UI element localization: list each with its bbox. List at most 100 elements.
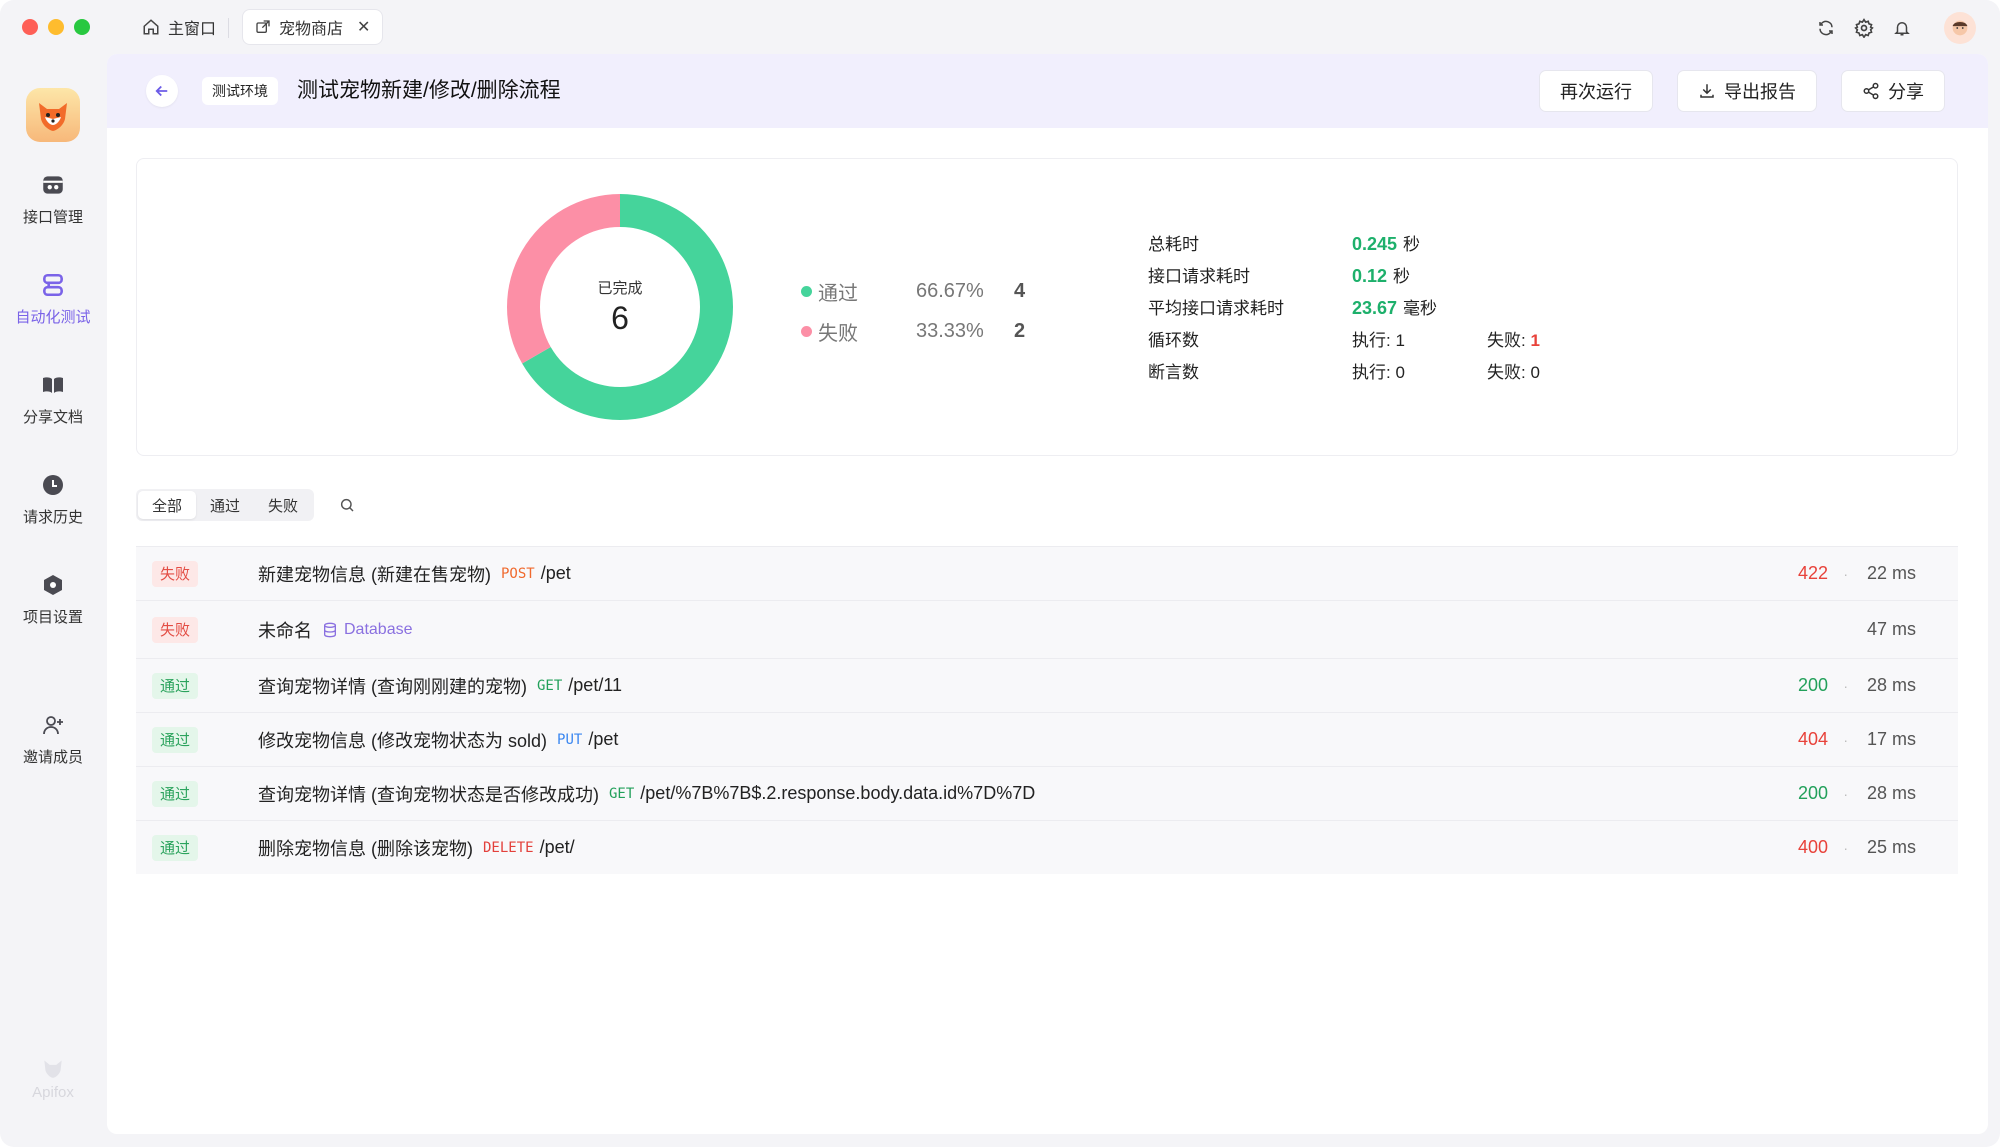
stat-value: 0.12 xyxy=(1352,265,1388,286)
tab-main-window[interactable]: 主窗口 xyxy=(130,10,228,44)
sidebar-item-label: 接口管理 xyxy=(22,209,83,226)
maximize-window-button[interactable] xyxy=(74,19,90,35)
result-row[interactable]: 通过 删除宠物信息 (删除该宠物) DELETE/pet/400 · 25 ms xyxy=(136,820,1958,874)
sidebar-item-automation-test[interactable]: 自动化测试 xyxy=(0,272,106,327)
status-code: 200 xyxy=(1797,675,1828,695)
stat-fail-label: 失败: xyxy=(1487,330,1531,350)
http-method: PUT xyxy=(557,731,583,748)
step-name-group: 查询宠物详情 (查询刚刚建的宠物) GET/pet/11 xyxy=(258,673,622,699)
close-tab-icon[interactable]: ✕ xyxy=(357,17,370,37)
search-icon[interactable] xyxy=(339,497,355,518)
request-path: /pet/ xyxy=(539,837,575,857)
automation-icon xyxy=(40,272,66,298)
api-icon xyxy=(40,172,66,198)
stat-label: 平均接口请求耗时 xyxy=(1148,298,1284,318)
apifox-logo-icon xyxy=(44,1060,62,1078)
result-row[interactable]: 失败 未命名 Database 47 ms xyxy=(136,600,1958,658)
result-row[interactable]: 通过 查询宠物详情 (查询刚刚建的宠物) GET/pet/11 200 · 28 ms xyxy=(136,658,1958,712)
result-row[interactable]: 通过 查询宠物详情 (查询宠物状态是否修改成功) GET/pet/%7B%7B$.2… xyxy=(136,766,1958,820)
home-icon xyxy=(143,19,159,35)
separator-dot: · xyxy=(1843,565,1848,582)
clock-icon xyxy=(40,472,66,498)
tab-pet-store[interactable]: 宠物商店 ✕ xyxy=(243,10,383,44)
bell-icon[interactable] xyxy=(1892,18,1912,38)
close-window-button[interactable] xyxy=(22,19,38,35)
add-user-icon xyxy=(40,712,66,738)
chart-legend: 通过 66.67% 4 失败 33.33% 2 xyxy=(801,271,1025,351)
status-badge: 失败 xyxy=(152,616,199,643)
result-row[interactable]: 失败 新建宠物信息 (新建在售宠物) POST/pet 422 · 22 ms xyxy=(136,546,1958,600)
step-name: 删除宠物信息 (删除该宠物) xyxy=(258,838,473,859)
hexagon-icon xyxy=(40,572,66,598)
refresh-icon[interactable] xyxy=(1816,18,1836,38)
sidebar-item-label: 自动化测试 xyxy=(15,309,91,326)
rerun-button[interactable]: 再次运行 xyxy=(1539,70,1653,112)
database-tag: Database xyxy=(322,621,413,639)
response-time: 17 ms xyxy=(1866,729,1916,749)
sidebar-item-share-docs[interactable]: 分享文档 xyxy=(0,372,106,427)
sidebar-item-project-settings[interactable]: 项目设置 xyxy=(0,572,106,627)
sidebar-item-label: 分享文档 xyxy=(22,409,83,426)
external-link-icon xyxy=(256,20,270,33)
sidebar-item-request-history[interactable]: 请求历史 xyxy=(0,472,106,527)
sidebar: 接口管理 自动化测试 分享文档 请求历史 项目设置 邀请成员 Apifox xyxy=(0,54,106,1147)
filter-fail[interactable]: 失败 xyxy=(254,491,312,519)
legend-pass: 通过 66.67% 4 xyxy=(801,271,1025,311)
filter-pass[interactable]: 通过 xyxy=(196,491,254,519)
results-list: 失败 新建宠物信息 (新建在售宠物) POST/pet 422 · 22 ms 失败 未命名 D… xyxy=(136,546,1958,874)
stat-unit: 毫秒 xyxy=(1403,298,1438,318)
report-header: 测试环境 测试宠物新建/修改/删除流程 再次运行 导出报告 分享 xyxy=(107,54,1988,128)
sidebar-item-api-management[interactable]: 接口管理 xyxy=(0,172,106,227)
stat-assertions: 断言数 执行: 0 失败: 0 xyxy=(1148,354,1540,386)
app-logo[interactable] xyxy=(26,88,80,142)
http-method: GET xyxy=(537,677,563,694)
stat-label: 总耗时 xyxy=(1148,234,1199,254)
status-badge: 失败 xyxy=(152,560,199,587)
main-panel: 测试环境 测试宠物新建/修改/删除流程 再次运行 导出报告 分享 已完成 6 通… xyxy=(107,54,1988,1134)
separator-dot: · xyxy=(1843,731,1848,748)
tab-label: 宠物商店 xyxy=(279,21,344,38)
status-badge: 通过 xyxy=(152,672,199,699)
stat-value: 23.67 xyxy=(1352,297,1398,318)
share-icon xyxy=(1863,82,1879,100)
summary-card: 已完成 6 通过 66.67% 4 失败 33.33% 2 总耗时 0.245 … xyxy=(136,158,1958,456)
app-window: 主窗口 宠物商店 ✕ 接口管理 自动化测试 分享文档 请求历史 项目设置 邀请成… xyxy=(0,0,2000,1147)
stat-request-time: 接口请求耗时 0.12 秒 xyxy=(1148,258,1540,290)
pass-dot-icon xyxy=(801,285,812,297)
legend-count: 4 xyxy=(1014,279,1026,302)
sidebar-item-invite-member[interactable]: 邀请成员 xyxy=(0,712,106,767)
environment-badge[interactable]: 测试环境 xyxy=(202,77,278,105)
response-time: 22 ms xyxy=(1866,563,1916,583)
title-bar: 主窗口 宠物商店 ✕ xyxy=(0,0,2000,54)
back-button[interactable] xyxy=(146,75,178,107)
stat-exec: 执行: 0 xyxy=(1352,362,1405,382)
step-name-group: 查询宠物详情 (查询宠物状态是否修改成功) GET/pet/%7B%7B$.2.r… xyxy=(258,781,1035,807)
request-path: /pet xyxy=(540,563,571,583)
stat-unit: 秒 xyxy=(1403,234,1421,254)
filter-all[interactable]: 全部 xyxy=(138,491,197,519)
sidebar-item-label: 邀请成员 xyxy=(22,749,83,766)
page-title: 测试宠物新建/修改/删除流程 xyxy=(297,79,561,102)
step-name: 新建宠物信息 (新建在售宠物) xyxy=(258,564,491,585)
stat-exec: 执行: 1 xyxy=(1352,330,1405,350)
stat-total-time: 总耗时 0.245 秒 xyxy=(1148,226,1540,258)
completed-count: 6 xyxy=(611,300,629,336)
share-button[interactable]: 分享 xyxy=(1841,70,1945,112)
minimize-window-button[interactable] xyxy=(48,19,64,35)
settings-gear-icon[interactable] xyxy=(1854,18,1874,38)
separator-dot: · xyxy=(1843,839,1848,856)
sidebar-item-label: 请求历史 xyxy=(22,509,83,526)
response-time: 47 ms xyxy=(1866,619,1916,639)
separator-dot: · xyxy=(1843,785,1848,802)
stat-fail: 失败: 1 xyxy=(1487,326,1540,351)
completed-label: 已完成 xyxy=(597,280,643,297)
result-row[interactable]: 通过 修改宠物信息 (修改宠物状态为 sold) PUT/pet 404 · 17 ms xyxy=(136,712,1958,766)
status-code: 422 xyxy=(1797,563,1828,583)
stat-unit: 秒 xyxy=(1393,266,1411,286)
export-report-button[interactable]: 导出报告 xyxy=(1677,70,1817,112)
stats-table: 总耗时 0.245 秒 接口请求耗时 0.12 秒 平均接口请求耗时 23.67 毫秒… xyxy=(1148,226,1540,386)
export-label: 导出报告 xyxy=(1724,82,1796,102)
status-code: 200 xyxy=(1797,783,1828,803)
user-avatar[interactable] xyxy=(1944,12,1976,44)
step-name: 查询宠物详情 (查询刚刚建的宠物) xyxy=(258,676,527,697)
